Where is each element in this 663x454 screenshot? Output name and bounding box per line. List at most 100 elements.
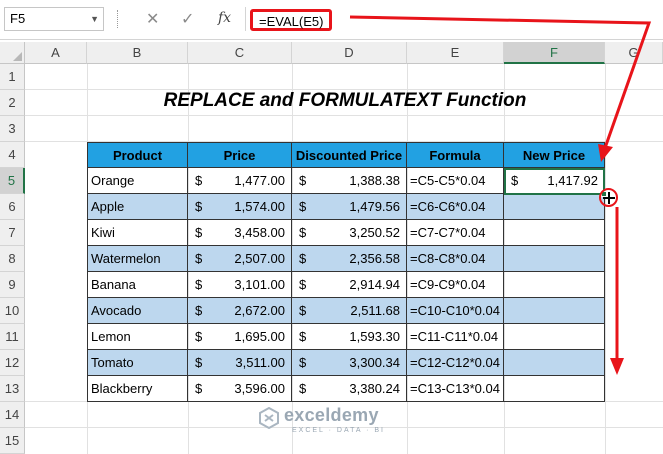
cell-formula[interactable]: =C13-C13*0.04	[407, 376, 504, 402]
currency-symbol: $	[195, 381, 203, 396]
row-header-3[interactable]: 3	[0, 116, 25, 142]
cell-new-price[interactable]	[504, 194, 605, 220]
cell-formula[interactable]: =C5-C5*0.04	[407, 168, 504, 194]
price-value: 3,596.00	[234, 381, 285, 396]
chevron-down-icon[interactable]: ▼	[90, 8, 99, 30]
cell-price[interactable]: $3,101.00	[188, 272, 292, 298]
column-header-g[interactable]: G	[605, 42, 663, 64]
currency-symbol: $	[299, 329, 307, 344]
cell-price[interactable]: $1,477.00	[188, 168, 292, 194]
column-header-b[interactable]: B	[87, 42, 188, 64]
cell-discounted-price[interactable]: $2,356.58	[292, 246, 407, 272]
formula-bar-separator	[117, 10, 119, 28]
row-header-5[interactable]: 5	[0, 168, 25, 194]
row-header-2[interactable]: 2	[0, 90, 25, 116]
row-header-9[interactable]: 9	[0, 272, 25, 298]
cell-product[interactable]: Kiwi	[87, 220, 188, 246]
cell-price[interactable]: $1,695.00	[188, 324, 292, 350]
currency-symbol: $	[299, 355, 307, 370]
fill-handle-cursor-icon	[599, 188, 618, 207]
cell-new-price[interactable]	[504, 376, 605, 402]
column-header-d[interactable]: D	[292, 42, 407, 64]
name-box[interactable]: F5 ▼	[4, 7, 104, 31]
discounted-value: 1,388.38	[349, 173, 400, 188]
cell-discounted-price[interactable]: $1,388.38	[292, 168, 407, 194]
cell-discounted-price[interactable]: $3,380.24	[292, 376, 407, 402]
cell-discounted-price[interactable]: $3,250.52	[292, 220, 407, 246]
row-header-7[interactable]: 7	[0, 220, 25, 246]
cell-product[interactable]: Lemon	[87, 324, 188, 350]
cell-formula[interactable]: =C9-C9*0.04	[407, 272, 504, 298]
cell-product[interactable]: Watermelon	[87, 246, 188, 272]
header-discounted-price[interactable]: Discounted Price	[292, 142, 407, 168]
cell-formula[interactable]: =C12-C12*0.04	[407, 350, 504, 376]
cell-price[interactable]: $3,511.00	[188, 350, 292, 376]
row-header-11[interactable]: 11	[0, 324, 25, 350]
header-price[interactable]: Price	[188, 142, 292, 168]
cell-discounted-price[interactable]: $3,300.34	[292, 350, 407, 376]
price-value: 1,574.00	[234, 199, 285, 214]
currency-symbol: $	[195, 199, 203, 214]
enter-icon[interactable]: ✓	[181, 9, 194, 29]
row-header-13[interactable]: 13	[0, 376, 25, 402]
insert-function-button[interactable]: fx	[218, 10, 231, 26]
cell-price[interactable]: $3,596.00	[188, 376, 292, 402]
cell-formula[interactable]: =C7-C7*0.04	[407, 220, 504, 246]
cell-new-price[interactable]	[504, 246, 605, 272]
currency-symbol: $	[195, 251, 203, 266]
cell-new-price[interactable]	[504, 298, 605, 324]
row-header-1[interactable]: 1	[0, 64, 25, 90]
row-header-12[interactable]: 12	[0, 350, 25, 376]
currency-symbol: $	[195, 173, 203, 188]
price-value: 3,458.00	[234, 225, 285, 240]
cell-discounted-price[interactable]: $1,593.30	[292, 324, 407, 350]
watermark-tagline: EXCEL · DATA · BI	[292, 427, 385, 434]
cell-discounted-price[interactable]: $2,914.94	[292, 272, 407, 298]
cell-product[interactable]: Blackberry	[87, 376, 188, 402]
row-header-10[interactable]: 10	[0, 298, 25, 324]
cell-product[interactable]: Apple	[87, 194, 188, 220]
row-header-6[interactable]: 6	[0, 194, 25, 220]
row-header-14[interactable]: 14	[0, 402, 25, 428]
column-header-a[interactable]: A	[25, 42, 87, 64]
row-header-8[interactable]: 8	[0, 246, 25, 272]
cell-formula[interactable]: =C8-C8*0.04	[407, 246, 504, 272]
cell-product[interactable]: Avocado	[87, 298, 188, 324]
currency-symbol: $	[299, 199, 307, 214]
row-header-4[interactable]: 4	[0, 142, 25, 168]
cell-formula[interactable]: =C6-C6*0.04	[407, 194, 504, 220]
column-header-e[interactable]: E	[407, 42, 504, 64]
header-formula[interactable]: Formula	[407, 142, 504, 168]
column-header-c[interactable]: C	[188, 42, 292, 64]
currency-symbol: $	[299, 381, 307, 396]
discounted-value: 2,511.68	[350, 303, 400, 318]
cell-formula[interactable]: =C10-C10*0.04	[407, 298, 504, 324]
gridline	[25, 115, 663, 116]
cell-product[interactable]: Banana	[87, 272, 188, 298]
discounted-value: 3,380.24	[349, 381, 400, 396]
cell-new-price[interactable]	[504, 324, 605, 350]
cell-price[interactable]: $2,672.00	[188, 298, 292, 324]
cell-price[interactable]: $1,574.00	[188, 194, 292, 220]
cell-product[interactable]: Orange	[87, 168, 188, 194]
cell-product[interactable]: Tomato	[87, 350, 188, 376]
watermark-name: exceldemy	[284, 405, 379, 425]
cancel-icon[interactable]: ✕	[146, 9, 159, 29]
cell-new-price[interactable]	[504, 350, 605, 376]
row-header-15[interactable]: 15	[0, 428, 25, 454]
column-header-f[interactable]: F	[504, 42, 605, 64]
cell-new-price[interactable]	[504, 272, 605, 298]
formula-text: =EVAL(E5)	[250, 9, 333, 31]
select-all-button[interactable]	[0, 42, 25, 64]
cell-discounted-price[interactable]: $1,479.56	[292, 194, 407, 220]
cell-price[interactable]: $3,458.00	[188, 220, 292, 246]
cell-price[interactable]: $2,507.00	[188, 246, 292, 272]
header-new-price[interactable]: New Price	[504, 142, 605, 168]
discounted-value: 2,356.58	[349, 251, 400, 266]
cell-formula[interactable]: =C11-C11*0.04	[407, 324, 504, 350]
header-product[interactable]: Product	[87, 142, 188, 168]
currency-symbol: $	[195, 329, 203, 344]
cell-discounted-price[interactable]: $2,511.68	[292, 298, 407, 324]
name-box-value: F5	[10, 11, 26, 26]
cell-new-price[interactable]	[504, 220, 605, 246]
